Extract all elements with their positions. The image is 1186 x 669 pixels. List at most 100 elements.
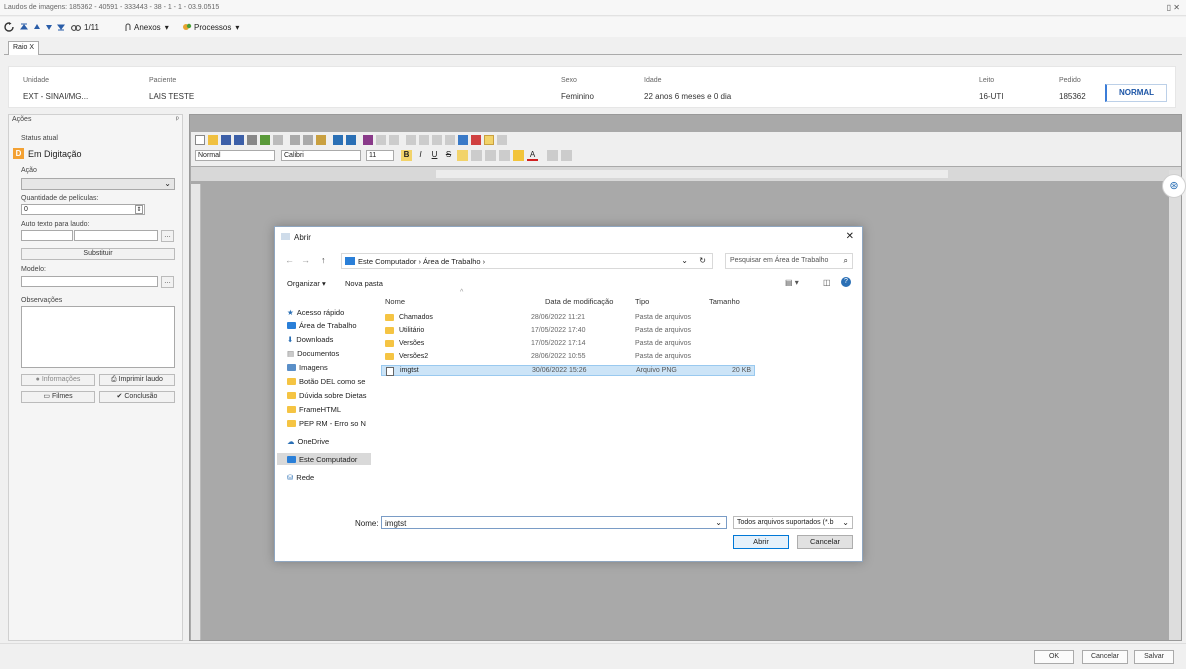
last-record-icon[interactable] bbox=[57, 20, 65, 34]
spellcheck-icon[interactable] bbox=[260, 135, 270, 145]
cancelar-button[interactable]: Cancelar bbox=[797, 535, 853, 549]
justify-icon[interactable] bbox=[499, 150, 510, 161]
preview-pane-icon[interactable]: ◫ bbox=[823, 278, 831, 287]
abrir-button[interactable]: Abrir bbox=[733, 535, 789, 549]
file-row[interactable]: Chamados 28/06/2022 11:21 Pasta de arqui… bbox=[381, 313, 755, 324]
open-folder-icon[interactable] bbox=[208, 135, 218, 145]
cut-icon[interactable] bbox=[290, 135, 300, 145]
column-name[interactable]: Nome bbox=[385, 297, 405, 306]
strikethrough-icon[interactable]: S bbox=[443, 150, 454, 161]
nav-downloads[interactable]: ⬇ Downloads bbox=[287, 333, 333, 345]
nav-this-pc[interactable]: Este Computador bbox=[277, 453, 371, 465]
insert-image-icon[interactable] bbox=[458, 135, 468, 145]
page-icon[interactable] bbox=[547, 150, 558, 161]
auto-texto-input[interactable] bbox=[74, 230, 158, 241]
back-icon[interactable]: ← bbox=[285, 255, 294, 265]
preview-icon[interactable] bbox=[273, 135, 283, 145]
modelo-lookup-button[interactable]: … bbox=[161, 276, 174, 288]
search-input[interactable]: Pesquisar em Área de Trabalho ⌕ bbox=[725, 253, 853, 269]
file-row-selected[interactable]: imgtst 30/06/2022 15:26 Arquivo PNG 20 K… bbox=[381, 365, 755, 376]
view-options-icon[interactable]: ▤ ▾ bbox=[785, 278, 799, 287]
refresh-icon[interactable]: ↻ bbox=[699, 256, 706, 265]
nav-images[interactable]: Imagens bbox=[287, 361, 328, 373]
file-type-filter[interactable]: Todos arquivos suportados (*.b ⌄ bbox=[733, 516, 853, 529]
observacoes-textarea[interactable] bbox=[21, 306, 175, 368]
nova-pasta-button[interactable]: Nova pasta bbox=[345, 279, 383, 288]
new-document-icon[interactable] bbox=[195, 135, 205, 145]
font-color-icon[interactable]: A bbox=[527, 150, 538, 161]
column-date[interactable]: Data de modificação bbox=[545, 297, 613, 306]
paste-icon[interactable] bbox=[316, 135, 326, 145]
redo-icon[interactable] bbox=[346, 135, 356, 145]
refresh-icon[interactable] bbox=[4, 20, 14, 34]
informacoes-button[interactable]: ● Informações bbox=[21, 374, 95, 386]
search-records-icon[interactable] bbox=[71, 20, 81, 34]
editor-scrollbar[interactable] bbox=[1169, 170, 1181, 640]
file-row[interactable]: Versões2 28/06/2022 10:55 Pasta de arqui… bbox=[381, 352, 755, 363]
filmes-button[interactable]: ▭ Filmes bbox=[21, 391, 95, 403]
save-icon[interactable] bbox=[221, 135, 231, 145]
font-size-select[interactable]: 11 bbox=[366, 150, 394, 161]
nav-documents[interactable]: ▤ Documentos bbox=[287, 347, 339, 359]
window-controls[interactable]: ▯ ✕ bbox=[1167, 3, 1180, 12]
copy-icon[interactable] bbox=[303, 135, 313, 145]
tab-raio-x[interactable]: Raio X bbox=[8, 41, 40, 55]
cancelar-main-button[interactable]: Cancelar bbox=[1082, 650, 1128, 664]
auto-texto-code[interactable] bbox=[21, 230, 73, 241]
salvar-button[interactable]: Salvar bbox=[1134, 650, 1174, 664]
highlight-icon[interactable] bbox=[484, 135, 494, 145]
forward-icon[interactable]: → bbox=[301, 255, 310, 265]
processos-menu[interactable]: Processos ▾ bbox=[182, 20, 239, 34]
align-center-icon[interactable] bbox=[471, 150, 482, 161]
acao-select[interactable]: ⌄ bbox=[21, 178, 175, 190]
underline-icon[interactable]: U bbox=[429, 150, 440, 161]
superscript-icon[interactable] bbox=[376, 135, 386, 145]
assistant-widget-icon[interactable]: ⊛ bbox=[1162, 174, 1186, 198]
nav-folder-botao-del[interactable]: Botão DEL como se bbox=[287, 375, 365, 387]
auto-texto-lookup-button[interactable]: … bbox=[161, 230, 174, 242]
bold-icon[interactable]: B bbox=[401, 150, 412, 161]
previous-record-icon[interactable] bbox=[33, 20, 41, 34]
ok-button[interactable]: OK bbox=[1034, 650, 1074, 664]
outdent-icon[interactable] bbox=[445, 135, 455, 145]
peliculas-input[interactable]: 0 ⇕ bbox=[21, 204, 145, 215]
format-painter-icon[interactable] bbox=[363, 135, 373, 145]
columns-icon[interactable] bbox=[561, 150, 572, 161]
nav-folder-pep-rm[interactable]: PEP RM - Erro so N bbox=[287, 417, 366, 429]
numbering-icon[interactable] bbox=[419, 135, 429, 145]
indent-icon[interactable] bbox=[432, 135, 442, 145]
file-row[interactable]: Versões 17/05/2022 17:14 Pasta de arquiv… bbox=[381, 339, 755, 350]
italic-icon[interactable]: I bbox=[415, 150, 426, 161]
insert-object-icon[interactable] bbox=[471, 135, 481, 145]
chevron-down-icon[interactable]: ⌄ bbox=[715, 518, 722, 527]
nav-network[interactable]: ⛁ Rede bbox=[287, 471, 314, 483]
anexos-menu[interactable]: Anexos ▾ bbox=[124, 20, 169, 34]
close-icon[interactable]: ✕ bbox=[846, 231, 854, 242]
chevron-down-icon[interactable]: ⌄ bbox=[681, 256, 688, 265]
address-bar[interactable]: Este Computador › Área de Trabalho › ⌄ ↻ bbox=[341, 253, 713, 269]
style-select[interactable]: Normal bbox=[195, 150, 275, 161]
font-select[interactable]: Calibri bbox=[281, 150, 361, 161]
save-as-icon[interactable] bbox=[234, 135, 244, 145]
stepper-icon[interactable]: ⇕ bbox=[135, 205, 143, 214]
table-icon[interactable] bbox=[497, 135, 507, 145]
substituir-button[interactable]: Substituir bbox=[21, 248, 175, 260]
modelo-input[interactable] bbox=[21, 276, 158, 287]
nav-desktop[interactable]: Área de Trabalho bbox=[287, 319, 357, 331]
column-size[interactable]: Tamanho bbox=[709, 297, 740, 306]
subscript-icon[interactable] bbox=[389, 135, 399, 145]
undo-icon[interactable] bbox=[333, 135, 343, 145]
first-record-icon[interactable] bbox=[20, 20, 28, 34]
next-record-icon[interactable] bbox=[45, 20, 53, 34]
file-row[interactable]: Utilitário 17/05/2022 17:40 Pasta de arq… bbox=[381, 326, 755, 337]
ruler-scale[interactable] bbox=[436, 170, 948, 178]
up-icon[interactable]: ↑ bbox=[321, 255, 326, 265]
print-icon[interactable] bbox=[247, 135, 257, 145]
help-icon[interactable]: ? bbox=[841, 277, 851, 287]
highlight-color-icon[interactable] bbox=[513, 150, 524, 161]
nav-quick-access[interactable]: ★ Acesso rápido bbox=[287, 306, 344, 318]
conclusao-button[interactable]: ✔ Conclusão bbox=[99, 391, 175, 403]
align-right-icon[interactable] bbox=[485, 150, 496, 161]
bullets-icon[interactable] bbox=[406, 135, 416, 145]
nav-onedrive[interactable]: ☁ OneDrive bbox=[287, 435, 329, 447]
